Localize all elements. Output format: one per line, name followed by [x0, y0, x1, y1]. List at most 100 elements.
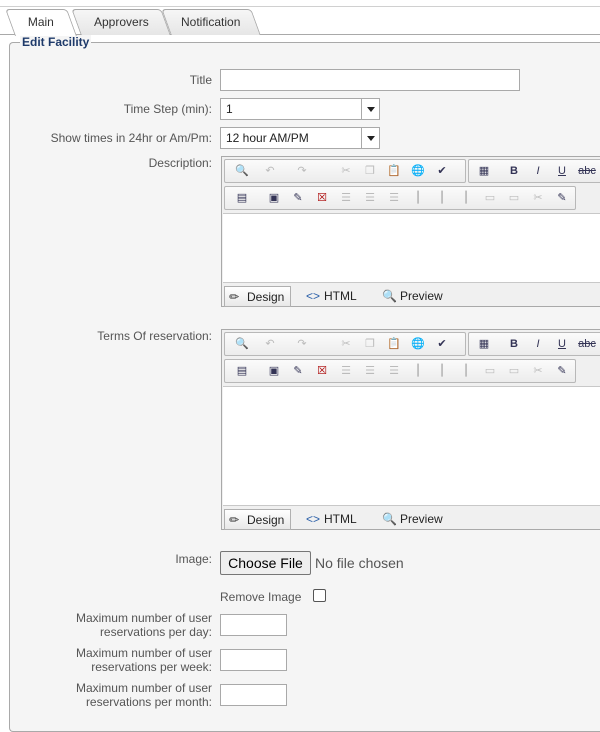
design-mode-label: Design — [247, 513, 285, 527]
spellcheck-icon[interactable]: ✔ — [433, 163, 451, 179]
design-mode-label: Design — [247, 290, 285, 304]
insert-column-left-icon[interactable]: ┃ — [409, 363, 427, 379]
design-mode-button[interactable]: ✏ Design — [224, 509, 292, 530]
insert-column-right-icon[interactable]: ┃ — [433, 363, 451, 379]
edit-cell-icon[interactable]: ✎ — [289, 190, 307, 206]
delete-table-icon[interactable]: ☒ — [313, 190, 331, 206]
strikethrough-icon[interactable]: abc — [575, 336, 599, 352]
editor-modes: ✏ Design <> HTML 🔍 Preview — [222, 507, 600, 531]
html-mode-button[interactable]: <> HTML — [302, 286, 357, 307]
link-icon[interactable]: 🌐 — [409, 163, 427, 179]
html-mode-label: HTML — [324, 289, 357, 303]
table-icon[interactable]: ▤ — [233, 363, 251, 379]
max-day-input[interactable] — [220, 614, 287, 636]
tab-main-label: Main — [27, 15, 54, 29]
paste-icon[interactable]: 📋 — [385, 336, 403, 352]
table-icon[interactable]: ▤ — [233, 190, 251, 206]
preview-mode-button[interactable]: 🔍 Preview — [378, 286, 443, 307]
cut-icon[interactable]: ✂ — [337, 163, 355, 179]
underline-icon[interactable]: U — [553, 336, 571, 352]
remove-image-label: Remove Image — [220, 590, 302, 604]
underline-icon[interactable]: U — [553, 163, 571, 179]
spellcheck-icon[interactable]: ✔ — [433, 336, 451, 352]
select-all-icon[interactable]: ▦ — [475, 163, 493, 179]
strikethrough-icon[interactable]: abc — [575, 163, 599, 179]
choose-file-button[interactable]: Choose File — [220, 551, 311, 575]
remove-image-checkbox[interactable] — [313, 589, 326, 602]
image-label: Image: — [175, 552, 212, 566]
html-mode-button[interactable]: <> HTML — [302, 509, 357, 530]
delete-column-icon[interactable]: ┃ — [457, 363, 475, 379]
preview-mode-label: Preview — [400, 512, 443, 526]
magnifier-icon: 🔍 — [382, 289, 397, 303]
terms-label: Terms Of reservation: — [97, 329, 212, 343]
split-cell-icon[interactable]: ✂ — [529, 190, 547, 206]
title-input[interactable] — [220, 69, 520, 91]
cell-properties-icon[interactable]: ✎ — [553, 190, 571, 206]
italic-icon[interactable]: I — [529, 163, 547, 179]
paste-icon[interactable]: 📋 — [385, 163, 403, 179]
group-title: Edit Facility — [20, 35, 92, 49]
insert-row-above-icon[interactable]: ☰ — [337, 190, 355, 206]
table-properties-icon[interactable]: ▣ — [265, 190, 283, 206]
insert-row-below-icon[interactable]: ☰ — [361, 363, 379, 379]
timeformat-label: Show times in 24hr or Am/Pm: — [50, 131, 212, 145]
tab-approvers-label: Approvers — [93, 15, 149, 29]
redo-icon[interactable]: ↷ — [293, 163, 311, 179]
preview-mode-button[interactable]: 🔍 Preview — [378, 509, 443, 530]
merge-cells-icon[interactable]: ▭ — [481, 363, 499, 379]
undo-icon[interactable]: ↶ — [261, 163, 279, 179]
cut-icon[interactable]: ✂ — [337, 336, 355, 352]
copy-icon[interactable]: ❐ — [361, 336, 379, 352]
bold-icon[interactable]: B — [505, 163, 523, 179]
copy-icon[interactable]: ❐ — [361, 163, 379, 179]
magnifier-icon: 🔍 — [382, 512, 397, 526]
split-cells-icon[interactable]: ▭ — [505, 363, 523, 379]
delete-row-icon[interactable]: ☰ — [385, 363, 403, 379]
description-label: Description: — [148, 156, 212, 170]
split-cells-icon[interactable]: ▭ — [505, 190, 523, 206]
delete-table-icon[interactable]: ☒ — [313, 363, 331, 379]
pencil-icon: ✏ — [229, 513, 240, 527]
italic-icon[interactable]: I — [529, 336, 547, 352]
insert-row-above-icon[interactable]: ☰ — [337, 363, 355, 379]
terms-editor-area[interactable] — [223, 386, 600, 506]
max-week-input[interactable] — [220, 649, 287, 671]
editor-toolbar-2: ▦ B I U abc — [468, 332, 600, 356]
description-editor-area[interactable] — [223, 213, 600, 283]
delete-row-icon[interactable]: ☰ — [385, 190, 403, 206]
timestep-select[interactable]: 1 — [220, 98, 380, 120]
max-month-input[interactable] — [220, 684, 287, 706]
cell-properties-icon[interactable]: ✎ — [553, 363, 571, 379]
code-icon: <> — [306, 512, 321, 526]
insert-row-below-icon[interactable]: ☰ — [361, 190, 379, 206]
bold-icon[interactable]: B — [505, 336, 523, 352]
editor-toolbar-2: ▦ B I U abc — [468, 159, 600, 183]
tab-notification-label: Notification — [181, 15, 241, 29]
chevron-down-icon — [361, 99, 379, 119]
insert-column-left-icon[interactable]: ┃ — [409, 190, 427, 206]
merge-cells-icon[interactable]: ▭ — [481, 190, 499, 206]
delete-column-icon[interactable]: ┃ — [457, 190, 475, 206]
timestep-value: 1 — [226, 102, 233, 116]
select-all-icon[interactable]: ▦ — [475, 336, 493, 352]
tab-main[interactable]: Main — [5, 9, 77, 36]
editor-toolbar-3: ▤ ▣ ✎ ☒ ☰ ☰ ☰ ┃ ┃ ┃ ▭ ▭ ✂ ✎ — [224, 359, 576, 383]
editor-toolbar-3: ▤ ▣ ✎ ☒ ☰ ☰ ☰ ┃ ┃ ┃ ▭ ▭ ✂ ✎ — [224, 186, 576, 210]
link-icon[interactable]: 🌐 — [409, 336, 427, 352]
editor-toolbar-1: 🔍 ↶ ↷ ✂ ❐ 📋 🌐 ✔ — [224, 332, 466, 356]
edit-cell-icon[interactable]: ✎ — [289, 363, 307, 379]
file-status: No file chosen — [315, 555, 404, 571]
undo-icon[interactable]: ↶ — [261, 336, 279, 352]
timeformat-select[interactable]: 12 hour AM/PM — [220, 127, 380, 149]
tab-notification[interactable]: Notification — [161, 9, 261, 35]
insert-column-right-icon[interactable]: ┃ — [433, 190, 451, 206]
find-icon[interactable]: 🔍 — [233, 163, 251, 179]
table-properties-icon[interactable]: ▣ — [265, 363, 283, 379]
find-icon[interactable]: 🔍 — [233, 336, 251, 352]
design-mode-button[interactable]: ✏ Design — [224, 286, 292, 307]
tab-approvers[interactable]: Approvers — [71, 9, 171, 35]
redo-icon[interactable]: ↷ — [293, 336, 311, 352]
split-cell-icon[interactable]: ✂ — [529, 363, 547, 379]
description-editor: 🔍 ↶ ↷ ✂ ❐ 📋 🌐 ✔ ▦ B I U abc ▤ ▣ ✎ ☒ ☰ ☰ … — [221, 156, 600, 307]
